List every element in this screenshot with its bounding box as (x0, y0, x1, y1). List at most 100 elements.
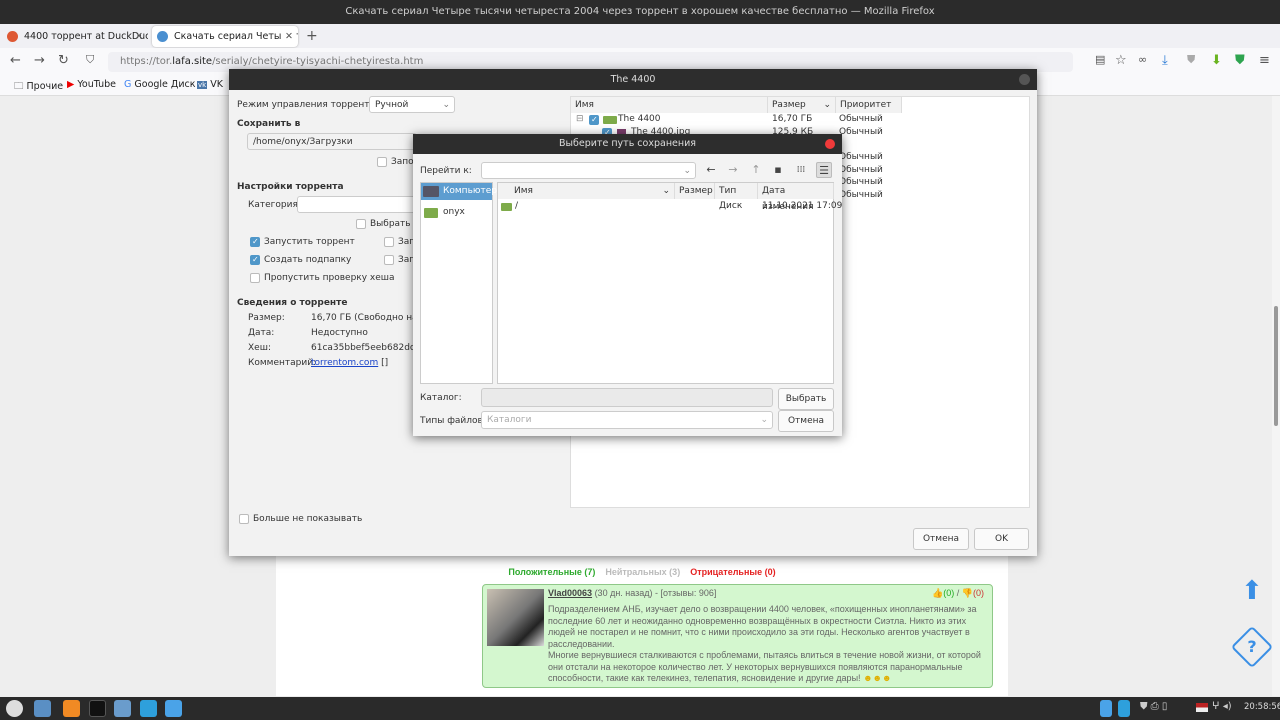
chevron-down-icon: ⌄ (442, 100, 450, 110)
size-label: Размер: (248, 313, 285, 323)
telegram-icon[interactable] (140, 700, 157, 717)
like-icon[interactable]: 👍 (932, 588, 943, 598)
dislike-icon[interactable]: 👎 (962, 588, 973, 598)
choose-button[interactable]: Выбрать (778, 388, 834, 410)
close-icon[interactable] (1019, 74, 1030, 85)
col-size[interactable]: Размер (675, 183, 715, 199)
col-size[interactable]: Размер ⌄ (768, 97, 836, 113)
dont-show-checkbox[interactable] (239, 514, 249, 524)
reload-icon[interactable]: ↻ (58, 53, 69, 68)
close-icon[interactable] (825, 139, 835, 149)
create-subfolder-checkbox[interactable] (250, 255, 260, 265)
back-icon[interactable]: ← (703, 162, 719, 178)
folder-icon[interactable] (114, 700, 131, 717)
close-tab-icon[interactable]: ✕ (135, 26, 143, 47)
file-priority: Обычный (839, 190, 883, 200)
terminal-icon[interactable] (89, 700, 106, 717)
comment-author[interactable]: Vlad00063 (548, 588, 592, 598)
qbittorrent-icon[interactable] (165, 700, 182, 717)
chooser-cancel-button[interactable]: Отмена (778, 410, 834, 432)
bookmark-label: YouTube (77, 79, 116, 90)
comment-paragraph: Подразделением АНБ, изучает дело о возвр… (548, 604, 977, 649)
bookmark-youtube[interactable]: ▶ YouTube (67, 79, 116, 90)
back-icon[interactable]: ← (10, 53, 21, 68)
list-view-icon[interactable]: ☰ (816, 162, 832, 178)
neutral-filter[interactable]: Нейтральных (3) (605, 567, 680, 577)
new-folder-icon[interactable]: ▪ (770, 162, 786, 178)
up-icon[interactable]: ↑ (748, 162, 764, 178)
dialog-title: The 4400 (229, 69, 1037, 90)
col-name[interactable]: Имя (571, 97, 768, 113)
col-type[interactable]: Тип (715, 183, 758, 199)
mode-select[interactable]: Ручной ⌄ (369, 96, 455, 113)
forward-icon[interactable]: → (725, 162, 741, 178)
file-priority: Обычный (839, 152, 883, 162)
goto-input[interactable]: ⌄ (481, 162, 696, 179)
bookmark-google-drive[interactable]: G Google Диск (124, 79, 195, 90)
files-icon[interactable] (34, 700, 51, 717)
filetypes-select[interactable]: Каталоги ⌄ (481, 411, 773, 429)
forward-icon[interactable]: → (34, 53, 45, 68)
place-label: onyx (443, 207, 465, 217)
bookmark-others[interactable]: 🗀 Прочие (14, 79, 63, 95)
mode-label: Режим управления торрентом: (237, 100, 385, 110)
place-onyx[interactable]: onyx (421, 203, 492, 220)
keyboard-layout-icon[interactable] (1196, 703, 1208, 712)
file-row[interactable]: ⊟ The 4400 16,70 ГБ Обычный (571, 114, 1029, 127)
mask-icon[interactable]: ∞ (1138, 53, 1147, 66)
extension-shield-icon[interactable]: ⛊ (1187, 53, 1195, 67)
option-b-checkbox[interactable] (384, 255, 394, 265)
col-priority[interactable]: Приоритет (836, 97, 902, 113)
category-input[interactable] (297, 196, 417, 213)
collapse-icon[interactable]: ⊟ (576, 114, 584, 124)
choose-checkbox[interactable] (356, 219, 366, 229)
adblock-icon[interactable]: ⛊ (1235, 53, 1245, 68)
remember-checkbox[interactable] (377, 157, 387, 167)
tray-shield-icon[interactable]: ⛊ ⎙ ▯ (1140, 701, 1167, 712)
tab-duckduckgo[interactable]: 4400 торрент at DuckDuckGo✕ (2, 26, 148, 47)
places-panel: Компьютер onyx (420, 182, 497, 384)
file-row[interactable]: / Диск 11.10.2021 17:09 (498, 200, 842, 214)
tab-strip: 4400 торрент at DuckDuckGo✕ Скачать сери… (0, 24, 1280, 48)
tab-active[interactable]: Скачать сериал Четыре тысячи четыреста✕ (152, 26, 298, 47)
tray-telegram-icon[interactable] (1118, 700, 1130, 717)
skip-hash-checkbox[interactable] (250, 273, 260, 283)
page-scrollbar[interactable] (1272, 96, 1280, 696)
col-name-label: Имя (514, 186, 533, 196)
scroll-up-icon[interactable]: ⬆ (1241, 578, 1263, 618)
save-path-field[interactable]: /home/onyx/Загрузки (247, 133, 417, 150)
start-menu-icon[interactable] (6, 700, 23, 717)
catalog-input[interactable] (481, 388, 773, 407)
firefox-icon[interactable] (63, 700, 80, 717)
place-computer[interactable]: Компьютер (421, 183, 497, 200)
bookmark-star-icon[interactable]: ☆ (1115, 53, 1127, 68)
comment-link[interactable]: torrentom.com (311, 358, 378, 368)
folder-icon (501, 203, 512, 211)
download-icon[interactable]: ⤓ (1162, 53, 1168, 68)
option-a-checkbox[interactable] (384, 237, 394, 247)
new-tab-button[interactable]: + (302, 26, 318, 47)
file-priority: Обычный (839, 127, 883, 137)
close-tab-icon[interactable]: ✕ (282, 26, 293, 47)
bookmark-vk[interactable]: vk VK (197, 79, 223, 90)
network-volume-icons[interactable]: ⵖ ◂) (1212, 701, 1232, 712)
date-label: Дата: (248, 328, 275, 338)
folder-chooser-dialog: Выберите путь сохранения Перейти к: ⌄ ← … (413, 134, 842, 436)
positive-filter[interactable]: Положительные (7) (508, 567, 595, 577)
cancel-button[interactable]: Отмена (913, 528, 969, 550)
start-torrent-checkbox[interactable] (250, 237, 260, 247)
col-name[interactable]: Имя ⌄ (498, 183, 675, 199)
negative-filter[interactable]: Отрицательные (0) (690, 567, 775, 577)
menu-icon[interactable]: ≡ (1259, 53, 1270, 68)
comment-body: Подразделением АНБ, изучает дело о возвр… (548, 604, 988, 685)
col-date[interactable]: Дата изменения (758, 183, 834, 212)
tray-qbittorrent-icon[interactable] (1100, 700, 1112, 717)
shield-icon[interactable]: ⛉ (86, 53, 94, 67)
clock[interactable]: 20:58:56 (1244, 702, 1280, 712)
reader-icon[interactable]: ▤ (1095, 53, 1105, 66)
file-priority: Обычный (839, 177, 883, 187)
extension-arrow-icon[interactable]: ⬇ (1211, 53, 1222, 68)
file-checkbox[interactable] (589, 115, 599, 125)
ok-button[interactable]: OK (974, 528, 1029, 550)
icon-view-icon[interactable]: ⁞⁞⁞ (793, 162, 809, 178)
